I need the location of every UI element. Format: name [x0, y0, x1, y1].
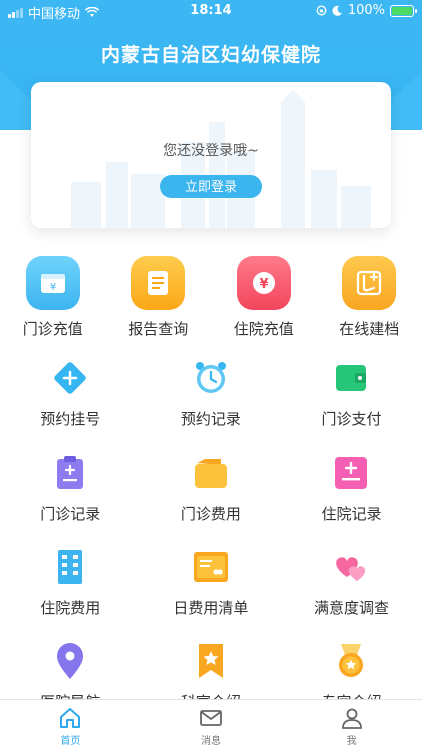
page-title: 内蒙古自治区妇幼保健院	[100, 44, 321, 66]
service-label: 在线建档	[339, 320, 400, 338]
service-daily-fee-list[interactable]: 日费用清单	[141, 547, 282, 618]
svg-text:¥: ¥	[259, 277, 268, 292]
service-outpatient-fees[interactable]: 门诊费用	[141, 453, 282, 524]
services-row-1: 预约挂号 预约记录 门诊支付	[0, 358, 422, 429]
service-label: 门诊记录	[40, 505, 101, 523]
service-online-filing[interactable]: 在线建档	[317, 256, 422, 339]
service-outpatient-records[interactable]: 门诊记录	[0, 453, 141, 524]
bookmark-star-icon	[191, 641, 231, 681]
services-row-3: 住院费用 日费用清单 满意度调查	[0, 547, 422, 618]
location-pin-icon	[50, 641, 90, 681]
service-outpatient-recharge[interactable]: ¥ 门诊充值	[0, 256, 106, 339]
service-label: 门诊费用	[180, 505, 241, 523]
status-bar: 中国移动 18:14 100%	[0, 0, 422, 22]
service-label: 住院记录	[321, 505, 382, 523]
service-label: 预约记录	[180, 410, 241, 428]
primary-services: ¥ 门诊充值 报告查询 ¥ 住院充值 在线建档	[0, 256, 422, 339]
service-appointment-records[interactable]: 预约记录	[141, 358, 282, 429]
service-label: 住院充值	[233, 320, 294, 338]
service-inpatient-records[interactable]: 住院记录	[281, 453, 422, 524]
orientation-lock-icon	[316, 5, 327, 16]
hearts-icon	[331, 547, 371, 587]
tab-me[interactable]: 我	[281, 700, 422, 750]
svg-text:¥: ¥	[50, 282, 56, 293]
tab-messages[interactable]: 消息	[141, 700, 282, 750]
user-icon	[341, 708, 362, 729]
moon-icon	[332, 5, 342, 16]
service-label: 日费用清单	[173, 599, 249, 617]
online-filing-icon	[342, 256, 397, 310]
report-query-icon	[131, 256, 186, 310]
login-prompt: 您还没登录哦~	[163, 143, 259, 159]
home-icon	[60, 708, 81, 728]
mail-icon	[200, 710, 222, 726]
tab-home[interactable]: 首页	[0, 700, 141, 750]
tab-label: 我	[346, 736, 357, 747]
service-label: 满意度调查	[313, 599, 389, 617]
wallet-icon	[331, 358, 371, 398]
login-button[interactable]: 立即登录	[160, 175, 262, 198]
service-label: 住院费用	[40, 599, 101, 617]
inpatient-recharge-icon: ¥	[236, 256, 291, 310]
outpatient-recharge-icon: ¥	[25, 256, 80, 310]
login-card: 您还没登录哦~ 立即登录	[31, 82, 391, 228]
service-report-query[interactable]: 报告查询	[106, 256, 212, 339]
clipboard-icon	[50, 453, 90, 493]
service-label: 报告查询	[128, 320, 189, 338]
appointment-register-icon	[50, 358, 90, 398]
bottom-tab-bar: 首页 消息 我	[0, 699, 422, 750]
service-outpatient-payment[interactable]: 门诊支付	[281, 358, 422, 429]
battery-percent: 100%	[347, 3, 385, 18]
medal-icon	[331, 641, 371, 681]
services-row-2: 门诊记录 门诊费用 住院记录	[0, 453, 422, 524]
tab-label: 消息	[201, 736, 221, 747]
card-icon	[191, 547, 231, 587]
tab-label: 首页	[60, 736, 81, 747]
building-icon	[50, 547, 90, 587]
service-appointment-register[interactable]: 预约挂号	[0, 358, 141, 429]
plus-minus-icon	[331, 453, 371, 493]
service-label: 门诊充值	[22, 320, 83, 338]
service-inpatient-recharge[interactable]: ¥ 住院充值	[211, 256, 317, 339]
service-inpatient-fees[interactable]: 住院费用	[0, 547, 141, 618]
service-label: 预约挂号	[40, 410, 101, 428]
battery-icon	[390, 4, 417, 17]
folder-wallet-icon	[191, 453, 231, 493]
alarm-clock-icon	[191, 358, 231, 398]
service-label: 门诊支付	[321, 410, 382, 428]
service-satisfaction-survey[interactable]: 满意度调查	[281, 547, 422, 618]
